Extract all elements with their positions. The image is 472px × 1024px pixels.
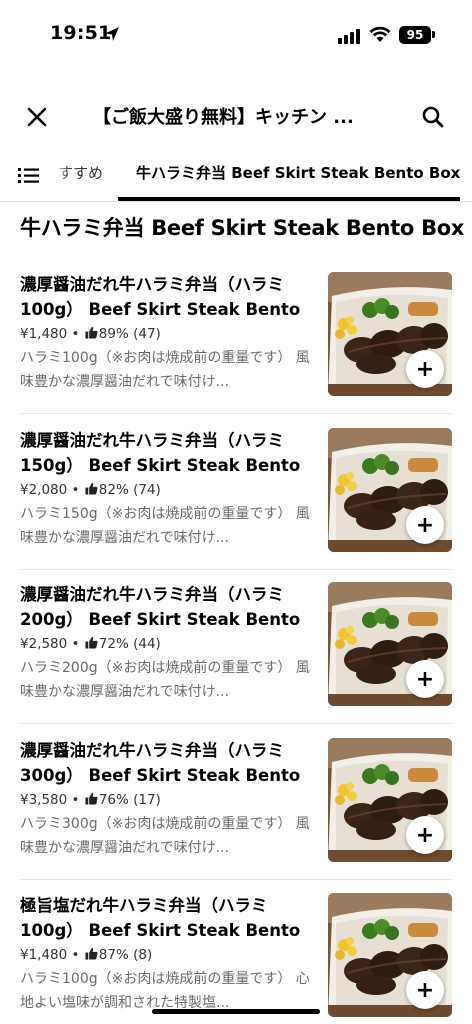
item-divider <box>20 723 452 724</box>
thumbs-up-icon <box>85 947 98 960</box>
menu-item[interactable]: 極旨塩だれ牛ハラミ弁当（ハラミ100g） Beef Skirt Steak Be… <box>0 893 472 1024</box>
menu-item-description: ハラミ100g（※お肉は焼成前の重量です） 風味豊かな濃厚醤油だれで味付け... <box>20 350 310 390</box>
thumbs-up-icon <box>85 326 98 339</box>
header: 【ご飯大盛り無料】キッチン ... <box>0 92 472 140</box>
menu-item-meta: ¥2,580 • 72% (44) <box>20 633 316 655</box>
menu-item-meta: ¥1,480 • 89% (47) <box>20 323 316 345</box>
cellular-signal-icon <box>338 29 360 44</box>
add-to-cart-button[interactable]: + <box>406 971 444 1009</box>
meta-separator: • <box>67 947 84 963</box>
menu-item-price: ¥1,480 <box>20 947 68 963</box>
menu-item-meta: ¥3,580 • 76% (17) <box>20 789 316 811</box>
section-title: 牛ハラミ弁当 Beef Skirt Steak Bento Box <box>20 216 465 240</box>
menu-item-price: ¥1,480 <box>20 326 68 342</box>
menu-item-price: ¥2,580 <box>20 636 68 652</box>
menu-item-text: 濃厚醤油だれ牛ハラミ弁当（ハラミ150g） Beef Skirt Steak B… <box>20 428 316 550</box>
thumbs-up-icon <box>85 482 98 495</box>
menu-item[interactable]: 濃厚醤油だれ牛ハラミ弁当（ハラミ150g） Beef Skirt Steak B… <box>0 428 472 583</box>
menu-item-text: 濃厚醤油だれ牛ハラミ弁当（ハラミ100g） Beef Skirt Steak B… <box>20 272 316 394</box>
menu-item-text: 濃厚醤油だれ牛ハラミ弁当（ハラミ300g） Beef Skirt Steak B… <box>20 738 316 860</box>
menu-item-rating: 87% <box>98 947 129 963</box>
menu-item-name: 濃厚醤油だれ牛ハラミ弁当（ハラミ300g） Beef Skirt Steak B… <box>20 741 301 785</box>
item-divider <box>20 879 452 880</box>
store-title: 【ご飯大盛り無料】キッチン ... <box>93 107 354 128</box>
search-icon <box>422 106 444 128</box>
category-list-icon[interactable] <box>18 165 40 185</box>
menu-item-meta: ¥2,080 • 82% (74) <box>20 479 316 501</box>
item-divider <box>20 569 452 570</box>
menu-item-description: ハラミ150g（※お肉は焼成前の重量です） 風味豊かな濃厚醤油だれで味付け... <box>20 506 310 546</box>
battery-icon: 95 <box>399 26 431 44</box>
meta-separator: • <box>67 482 84 498</box>
menu-item-review-count: (74) <box>133 482 161 498</box>
search-button[interactable] <box>418 102 448 132</box>
battery-tip <box>432 31 435 38</box>
menu-item-name: 濃厚醤油だれ牛ハラミ弁当（ハラミ100g） Beef Skirt Steak B… <box>20 275 301 319</box>
meta-separator: • <box>67 326 84 342</box>
menu-item[interactable]: 濃厚醤油だれ牛ハラミ弁当（ハラミ300g） Beef Skirt Steak B… <box>0 738 472 893</box>
wifi-icon <box>369 26 391 42</box>
menu-item-review-count: (8) <box>133 947 153 963</box>
menu-item[interactable]: 濃厚醤油だれ牛ハラミ弁当（ハラミ100g） Beef Skirt Steak B… <box>0 272 472 427</box>
meta-separator: • <box>67 792 84 808</box>
menu-item-description: ハラミ100g（※お肉は焼成前の重量です） 心地よい塩味が調和された特製塩... <box>20 971 310 1011</box>
menu-item-text: 極旨塩だれ牛ハラミ弁当（ハラミ100g） Beef Skirt Steak Be… <box>20 893 316 1015</box>
thumbs-up-icon <box>85 792 98 805</box>
menu-item-rating: 82% <box>98 482 129 498</box>
category-tabs: すすめ 牛ハラミ弁当 Beef Skirt Steak Bento Box <box>0 150 472 204</box>
tab-beef-skirt-steak[interactable]: 牛ハラミ弁当 Beef Skirt Steak Bento Box <box>136 162 460 183</box>
tabs-divider <box>0 201 472 202</box>
menu-item-name: 濃厚醤油だれ牛ハラミ弁当（ハラミ200g） Beef Skirt Steak B… <box>20 585 301 629</box>
meta-separator: • <box>67 636 84 652</box>
menu-item-price: ¥3,580 <box>20 792 68 808</box>
add-to-cart-button[interactable]: + <box>406 816 444 854</box>
home-indicator[interactable] <box>152 1009 320 1014</box>
menu-item-review-count: (47) <box>133 326 161 342</box>
item-divider <box>20 413 452 414</box>
menu-item-name: 極旨塩だれ牛ハラミ弁当（ハラミ100g） Beef Skirt Steak Be… <box>20 896 301 940</box>
menu-item-text: 濃厚醤油だれ牛ハラミ弁当（ハラミ200g） Beef Skirt Steak B… <box>20 582 316 704</box>
add-to-cart-button[interactable]: + <box>406 660 444 698</box>
menu-item-name: 濃厚醤油だれ牛ハラミ弁当（ハラミ150g） Beef Skirt Steak B… <box>20 431 301 475</box>
close-button[interactable] <box>22 102 52 132</box>
menu-item-price: ¥2,080 <box>20 482 68 498</box>
close-icon <box>27 107 47 127</box>
menu-item-meta: ¥1,480 • 87% (8) <box>20 944 316 966</box>
menu-item-description: ハラミ200g（※お肉は焼成前の重量です） 風味豊かな濃厚醤油だれで味付け... <box>20 660 310 700</box>
menu-item-review-count: (17) <box>133 792 161 808</box>
screen: 19:51 95 【ご飯大盛り無料】キッチン ... すすめ 牛ハラミ弁当 Be… <box>0 0 472 1024</box>
add-to-cart-button[interactable]: + <box>406 506 444 544</box>
menu-item-description: ハラミ300g（※お肉は焼成前の重量です） 風味豊かな濃厚醤油だれで味付け... <box>20 816 310 856</box>
menu-item-rating: 76% <box>98 792 129 808</box>
add-to-cart-button[interactable]: + <box>406 350 444 388</box>
status-bar: 19:51 95 <box>0 0 472 72</box>
tab-fade <box>50 155 70 191</box>
location-arrow-icon <box>105 27 119 41</box>
menu-item-rating: 89% <box>98 326 129 342</box>
thumbs-up-icon <box>85 636 98 649</box>
menu-item[interactable]: 濃厚醤油だれ牛ハラミ弁当（ハラミ200g） Beef Skirt Steak B… <box>0 582 472 737</box>
menu-item-rating: 72% <box>98 636 129 652</box>
battery-level: 95 <box>406 28 424 42</box>
menu-item-review-count: (44) <box>133 636 161 652</box>
